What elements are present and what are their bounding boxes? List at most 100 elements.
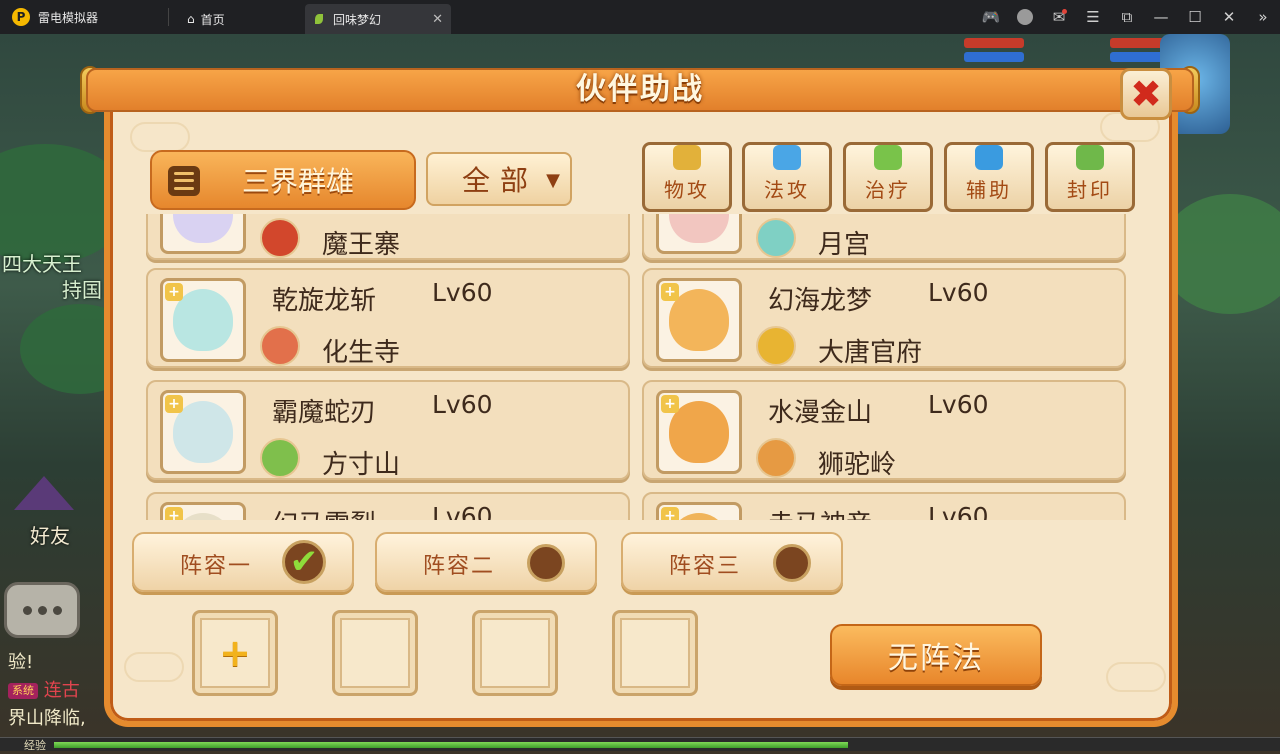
app-name: 雷电模拟器 <box>38 10 99 25</box>
add-icon: + <box>219 631 251 675</box>
filter-label: 全部 <box>462 164 539 197</box>
crystal-icon <box>773 145 801 170</box>
mail-icon[interactable]: ✉ <box>1042 0 1076 34</box>
partner-name: 水漫金山 <box>768 398 873 428</box>
category-label: 三界群雄 <box>241 165 354 198</box>
partner-sect: 魔王寨 <box>322 230 401 260</box>
partner-level: Lv60 <box>432 390 493 419</box>
partner-card[interactable]: + 赤马神音 Lv60 <box>642 492 1126 520</box>
exp-bar: 经验 <box>0 737 1280 752</box>
formation-button[interactable]: 无阵法 <box>830 624 1042 686</box>
chat-line: 系统 连古 <box>8 677 118 705</box>
sect-emblem-icon <box>260 438 300 478</box>
partner-portrait: + <box>656 390 742 474</box>
role-button-4[interactable]: 辅助 <box>944 142 1034 212</box>
friend-icon[interactable] <box>14 476 74 510</box>
modal-title: 伙伴助战 <box>576 72 704 107</box>
sidebar-expand-icon[interactable]: » <box>1246 0 1280 34</box>
partner-name: 幻马雷裂 <box>272 504 376 520</box>
radio-unselected-icon <box>527 544 565 582</box>
seal-icon <box>1076 145 1104 170</box>
partner-name: 赤马神音 <box>768 504 872 520</box>
shield-icon <box>975 145 1003 170</box>
gamepad-icon[interactable]: 🎮 <box>974 0 1008 34</box>
account-icon[interactable] <box>1008 0 1042 34</box>
popout-icon[interactable]: ⧉ <box>1110 0 1144 34</box>
formation-label: 无阵法 <box>888 641 984 676</box>
lineup-tab-2[interactable]: 阵容二 <box>375 532 597 592</box>
role-button-1[interactable]: 物攻 <box>642 142 732 212</box>
tab-game[interactable]: 回味梦幻 ✕ <box>305 4 451 34</box>
sect-emblem-icon <box>260 218 300 258</box>
emulator-logo-icon: P <box>12 8 30 26</box>
window-controls: 🎮 ✉ ☰ ⧉ — ☐ ✕ » <box>974 0 1280 34</box>
home-icon: ⌂ <box>187 12 195 26</box>
list-icon <box>168 166 200 196</box>
partner-sect: 大唐官府 <box>818 338 923 368</box>
partner-portrait: + <box>160 502 246 520</box>
lineup-tab-3[interactable]: 阵容三 <box>621 532 843 592</box>
npc-name: 持国 <box>62 278 102 302</box>
lineup-label: 阵容二 <box>423 554 496 579</box>
partner-card[interactable]: + 月宫 <box>642 214 1126 260</box>
partner-portrait: + <box>656 278 742 362</box>
partner-level: Lv60 <box>928 278 989 307</box>
sect-emblem-icon <box>756 326 796 366</box>
partner-list[interactable]: +魔王寨+月宫+乾旋龙斩Lv60化生寺+幻海龙梦Lv60大唐官府+霸魔蛇刃Lv6… <box>146 214 1132 520</box>
chat-bubble-icon[interactable] <box>4 582 80 638</box>
partner-slot[interactable] <box>332 610 418 696</box>
filter-dropdown[interactable]: 全部 ▼ <box>426 152 572 206</box>
partner-sect: 月宫 <box>818 230 871 260</box>
partner-sect: 狮驼岭 <box>818 450 897 480</box>
friend-label[interactable]: 好友 <box>30 520 70 549</box>
partner-slot[interactable] <box>612 610 698 696</box>
game-leaf-icon <box>315 14 323 24</box>
npc-title: 四大天王 <box>2 252 82 276</box>
partner-card[interactable]: + 幻马雷裂 Lv60 <box>146 492 630 520</box>
radio-unselected-icon <box>773 544 811 582</box>
role-button-5[interactable]: 封印 <box>1045 142 1135 212</box>
partner-card[interactable]: + 水漫金山 Lv60 狮驼岭 <box>642 380 1126 480</box>
partner-level: Lv60 <box>928 390 989 419</box>
partner-portrait: + <box>160 214 246 254</box>
partner-card[interactable]: + 幻海龙梦 Lv60 大唐官府 <box>642 268 1126 368</box>
partner-sect: 方寸山 <box>322 450 401 480</box>
sword-icon <box>673 145 701 170</box>
close-window-icon[interactable]: ✕ <box>1212 0 1246 34</box>
category-button[interactable]: 三界群雄 <box>150 150 416 210</box>
maximize-icon[interactable]: ☐ <box>1178 0 1212 34</box>
lineup-tab-1[interactable]: 阵容一 ✔ <box>132 532 354 592</box>
partner-avatar <box>669 214 729 243</box>
partner-slot[interactable]: + <box>192 610 278 696</box>
partner-name: 乾旋龙斩 <box>272 286 377 316</box>
role-button-label: 物攻 <box>664 178 710 202</box>
partner-portrait: + <box>656 502 742 520</box>
decor-cloud <box>124 652 184 682</box>
partner-level: Lv60 <box>432 502 493 520</box>
decor-cloud <box>130 122 190 152</box>
partner-card[interactable]: + 魔王寨 <box>146 214 630 260</box>
checkmark-icon: ✔ <box>282 540 326 584</box>
role-button-label: 辅助 <box>966 178 1012 202</box>
tab-home[interactable]: ⌂ 首页 <box>177 4 305 34</box>
menu-icon[interactable]: ☰ <box>1076 0 1110 34</box>
close-button[interactable]: ✖ <box>1120 68 1172 120</box>
partner-card[interactable]: + 乾旋龙斩 Lv60 化生寺 <box>146 268 630 368</box>
emulator-titlebar: P 雷电模拟器 ⌂ 首页 回味梦幻 ✕ 🎮 ✉ ☰ ⧉ — ☐ ✕ » <box>0 0 1280 34</box>
lineup-label: 阵容三 <box>669 554 742 579</box>
partner-slot[interactable] <box>472 610 558 696</box>
minimize-icon[interactable]: — <box>1144 0 1178 34</box>
partner-card[interactable]: + 霸魔蛇刃 Lv60 方寸山 <box>146 380 630 480</box>
partner-portrait: + <box>160 278 246 362</box>
plus-badge-icon: + <box>661 507 679 520</box>
partner-avatar <box>173 214 233 243</box>
role-button-2[interactable]: 法攻 <box>742 142 832 212</box>
role-button-3[interactable]: 治疗 <box>843 142 933 212</box>
partner-sect: 化生寺 <box>322 338 401 368</box>
sect-emblem-icon <box>756 438 796 478</box>
chat-messages: 验! 系统 连古 界山降临, <box>8 649 118 729</box>
tab-close-icon[interactable]: ✕ <box>432 12 443 27</box>
lineup-label: 阵容一 <box>180 554 253 579</box>
partner-name: 幻海龙梦 <box>768 286 873 316</box>
exp-fill <box>54 742 848 748</box>
